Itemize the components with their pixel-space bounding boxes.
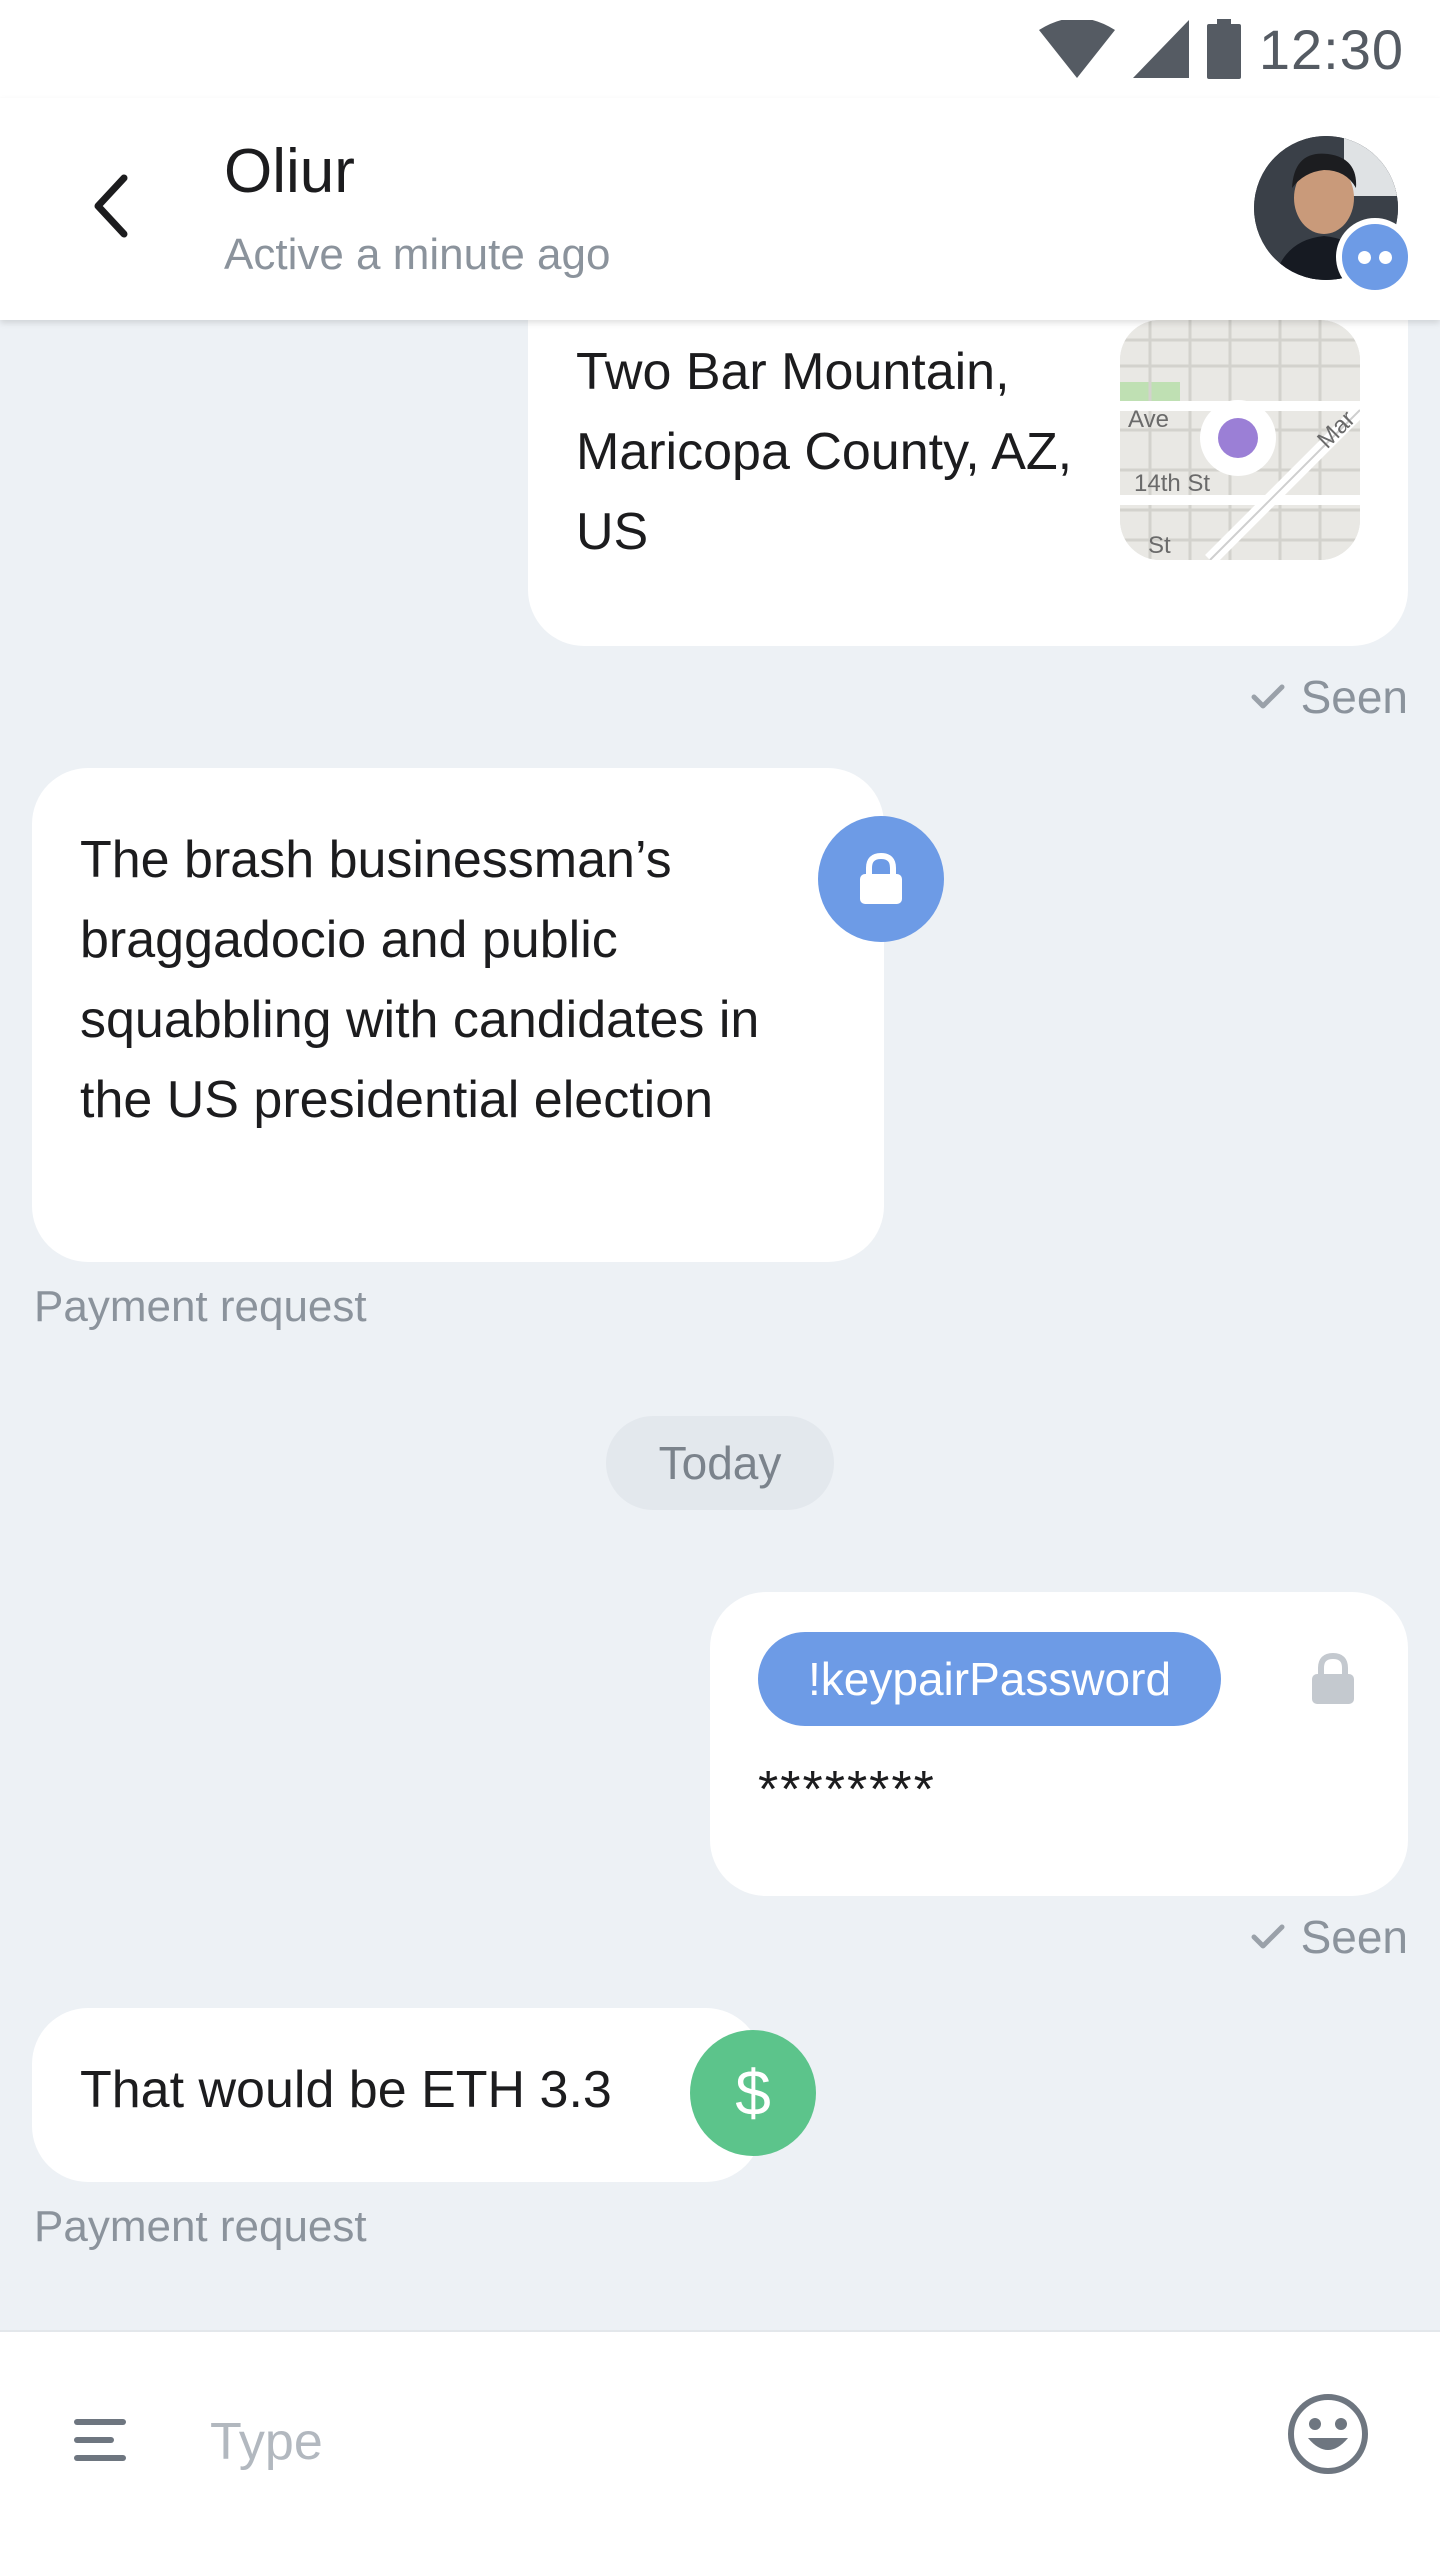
status-icons: 12:30 — [1038, 14, 1404, 84]
payment-request-caption: Payment request — [34, 1282, 367, 1331]
emoji-button[interactable] — [1286, 2392, 1370, 2476]
smiley-icon — [1288, 2394, 1368, 2474]
encrypted-message[interactable]: The brash businessman’s braggadocio and … — [32, 768, 884, 1262]
map-thumbnail[interactable]: Ave 14th St Mar St — [1120, 320, 1360, 560]
menu-button[interactable] — [74, 2404, 146, 2476]
lock-icon — [860, 852, 902, 904]
contact-name: Oliur — [224, 137, 355, 206]
battery-icon — [1206, 19, 1241, 79]
message-text: That would be ETH 3.3 — [80, 2061, 612, 2119]
seen-status: Seen — [1251, 1910, 1408, 1964]
check-icon — [1251, 684, 1285, 709]
map-label-st: St — [1148, 532, 1171, 559]
dollar-icon[interactable]: $ — [690, 2030, 816, 2156]
status-bar: 12:30 — [0, 0, 1440, 98]
date-separator: Today — [606, 1416, 834, 1510]
chat-badge-icon — [1336, 218, 1414, 296]
cellular-signal-icon — [1132, 20, 1189, 78]
message-text: The brash businessman’s braggadocio and … — [80, 831, 760, 1129]
status-time: 12:30 — [1258, 17, 1404, 81]
location-message[interactable]: Two Bar Mountain, Maricopa County, AZ, U… — [528, 320, 1408, 646]
lock-icon — [1312, 1652, 1354, 1704]
chat-messages: Two Bar Mountain, Maricopa County, AZ, U… — [0, 320, 1440, 2330]
contact-status: Active a minute ago — [224, 230, 611, 279]
message-input[interactable] — [210, 2384, 1210, 2500]
seen-label: Seen — [1300, 671, 1408, 723]
check-icon — [1251, 1924, 1285, 1949]
payment-message[interactable]: That would be ETH 3.3 — [32, 2008, 762, 2182]
masked-password: ******** — [758, 1761, 936, 1819]
map-label-14th: 14th St — [1134, 470, 1211, 497]
location-address: Two Bar Mountain, Maricopa County, AZ, U… — [576, 343, 1073, 561]
seen-label: Seen — [1300, 1911, 1408, 1963]
command-message[interactable]: !keypairPassword ******** — [710, 1592, 1408, 1896]
seen-status: Seen — [1251, 670, 1408, 724]
chevron-left-icon — [94, 174, 128, 238]
lock-badge — [818, 816, 944, 942]
chat-header: Oliur Active a minute ago — [0, 98, 1440, 320]
back-button[interactable] — [70, 166, 150, 246]
command-tag[interactable]: !keypairPassword — [758, 1632, 1222, 1726]
wifi-icon — [1038, 20, 1115, 78]
message-input-bar — [0, 2330, 1440, 2560]
payment-request-caption: Payment request — [34, 2202, 367, 2251]
map-label-ave: Ave — [1128, 406, 1169, 433]
